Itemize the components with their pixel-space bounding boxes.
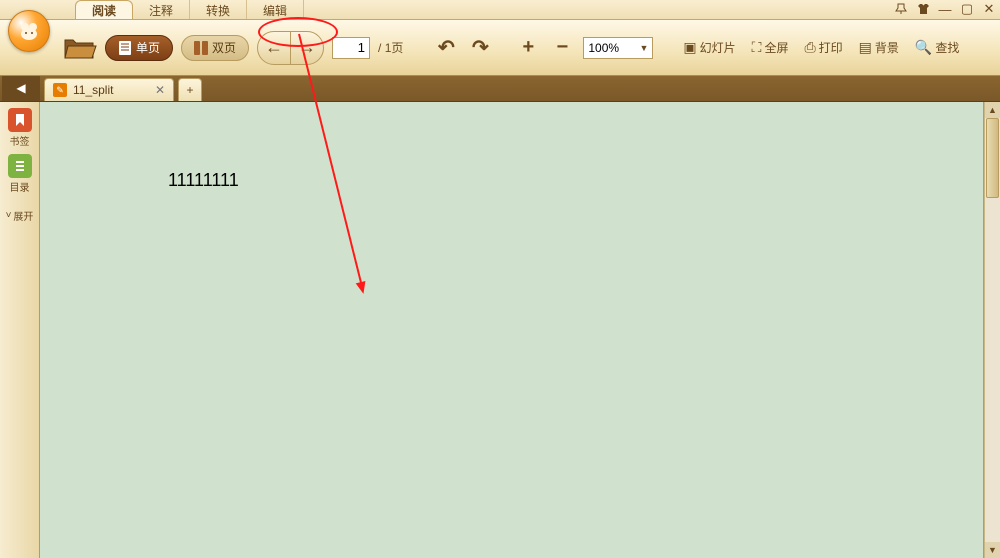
next-page-button[interactable]: → <box>290 31 324 65</box>
fullscreen-label: 全屏 <box>764 39 788 56</box>
file-icon: ✎ <box>53 83 67 97</box>
zoom-select[interactable]: 100% ▼ <box>583 37 653 59</box>
document-tab-bar: ◀ ✎ 11_split ✕ + <box>0 76 1000 102</box>
slideshow-label: 幻灯片 <box>700 39 736 56</box>
sidebar-bookmarks[interactable]: 书签 <box>8 108 32 148</box>
undo-button[interactable]: ↶ <box>433 35 459 61</box>
single-page-label: 单页 <box>136 39 160 56</box>
scroll-up-button[interactable]: ▲ <box>985 102 1000 118</box>
pin-icon[interactable] <box>894 2 908 16</box>
document-tab[interactable]: ✎ 11_split ✕ <box>44 78 174 101</box>
sidebar-toggle[interactable]: ◀ <box>2 75 40 101</box>
minimize-button[interactable]: — <box>938 2 952 16</box>
find-button[interactable]: 🔍 查找 <box>911 39 963 56</box>
scroll-track[interactable] <box>985 118 1000 542</box>
tab-read[interactable]: 阅读 <box>75 0 133 19</box>
sidebar-toc[interactable]: 目录 <box>8 154 32 194</box>
close-button[interactable]: ✕ <box>982 2 996 16</box>
document-viewer[interactable]: 11111111 <box>40 102 984 558</box>
background-button[interactable]: ▤ 背景 <box>855 39 903 56</box>
background-label: 背景 <box>875 39 899 56</box>
background-icon: ▤ <box>859 39 872 56</box>
menu-bar: 阅读 注释 转换 编辑 — ▢ ✕ <box>0 0 1000 20</box>
scroll-down-button[interactable]: ▼ <box>985 542 1000 558</box>
page-total-label: / 1页 <box>378 39 403 56</box>
slideshow-icon: ▣ <box>683 39 696 56</box>
sidebar-expand-label: 展开 <box>13 208 33 223</box>
tab-edit[interactable]: 编辑 <box>247 0 304 19</box>
tab-convert[interactable]: 转换 <box>190 0 247 19</box>
search-icon: 🔍 <box>915 39 932 56</box>
single-page-button[interactable]: 单页 <box>105 35 173 61</box>
window-controls: — ▢ ✕ <box>894 0 996 18</box>
document-tab-label: 11_split <box>73 83 113 97</box>
zoom-value: 100% <box>588 41 619 55</box>
print-label: 打印 <box>819 39 843 56</box>
open-file-button[interactable] <box>63 34 97 62</box>
document-content: 11111111 <box>168 170 239 191</box>
slideshow-button[interactable]: ▣ 幻灯片 <box>679 39 739 56</box>
new-tab-button[interactable]: + <box>178 78 202 101</box>
toc-icon <box>8 154 32 178</box>
redo-button[interactable]: ↷ <box>467 35 493 61</box>
sidebar-toc-label: 目录 <box>10 179 30 194</box>
chevron-down-icon: ▼ <box>639 43 648 53</box>
skin-icon[interactable] <box>916 2 930 16</box>
bookmark-icon <box>8 108 32 132</box>
chevron-down-icon: ˅ <box>6 210 12 221</box>
maximize-button[interactable]: ▢ <box>960 2 974 16</box>
double-page-button[interactable]: 双页 <box>181 35 249 61</box>
vertical-scrollbar[interactable]: ▲ ▼ <box>984 102 1000 558</box>
scroll-thumb[interactable] <box>986 118 999 198</box>
main-area: 书签 目录 ˅ 展开 11111111 ▲ ▼ <box>0 102 1000 558</box>
zoom-in-button[interactable]: + <box>515 35 541 61</box>
close-tab-button[interactable]: ✕ <box>155 83 165 97</box>
fullscreen-button[interactable]: ⛶ 全屏 <box>748 39 793 56</box>
print-icon: ⎙ <box>804 39 815 56</box>
app-logo[interactable] <box>8 10 50 52</box>
print-button[interactable]: ⎙ 打印 <box>800 39 846 56</box>
prev-page-button[interactable]: ← <box>257 31 291 65</box>
toolbar: 单页 双页 ← → / 1页 ↶ ↷ + − 100% ▼ ▣ 幻灯片 ⛶ 全屏 <box>0 20 1000 76</box>
sidebar-expand[interactable]: ˅ 展开 <box>6 208 34 223</box>
tab-annotate[interactable]: 注释 <box>133 0 190 19</box>
sidebar-bookmarks-label: 书签 <box>10 133 30 148</box>
fullscreen-icon: ⛶ <box>752 39 762 56</box>
page-number-input[interactable] <box>332 37 370 59</box>
double-page-label: 双页 <box>212 39 236 56</box>
zoom-out-button[interactable]: − <box>549 35 575 61</box>
find-label: 查找 <box>935 39 959 56</box>
sidebar: 书签 目录 ˅ 展开 <box>0 102 40 558</box>
